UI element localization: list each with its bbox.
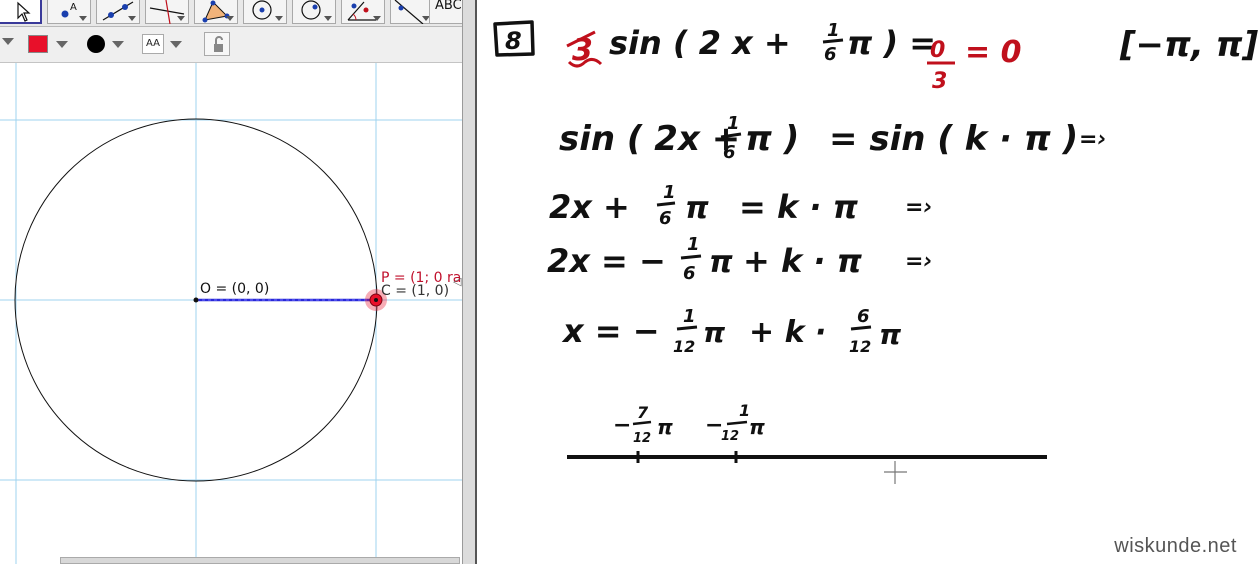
eq1-frac-bar xyxy=(822,38,844,44)
eq5-mid: + k · xyxy=(749,315,826,350)
eq3-pi: π xyxy=(685,191,709,226)
point-c-label: C = (1, 0) xyxy=(381,283,450,299)
collapse-arrow-icon[interactable]: ◁ xyxy=(453,275,461,288)
eq1-main: sin ( 2 x + xyxy=(609,24,791,62)
watermark: wiskunde.net xyxy=(1114,535,1237,557)
reflect-tool-icon[interactable] xyxy=(390,0,434,24)
eq1-rhs-den: 3 xyxy=(932,69,947,94)
line-tool-icon[interactable] xyxy=(96,0,140,24)
tool-menu-caret-icon xyxy=(226,16,234,21)
crosshair-cursor-icon xyxy=(884,461,907,484)
eq1-frac-num: 1 xyxy=(827,20,840,41)
eq2-arrow: =› xyxy=(1079,127,1107,152)
lock-icon xyxy=(214,36,223,52)
eq5-den1: 12 xyxy=(673,337,695,356)
eq2-right: = sin ( k · π ) xyxy=(829,119,1078,159)
eq5-pi2: π xyxy=(879,318,902,351)
tool-menu-caret-icon xyxy=(275,16,283,21)
origin-point[interactable] xyxy=(193,297,199,303)
eq5-num1: 1 xyxy=(683,306,696,327)
mark1-sign: − xyxy=(613,413,631,438)
chevron-down-icon xyxy=(56,41,68,48)
text-tool-icon[interactable]: ABC xyxy=(429,0,462,24)
eq3-num: 1 xyxy=(663,182,676,203)
eq4-pi: π xyxy=(709,245,733,280)
mark2-pi: π xyxy=(749,415,765,439)
mark1-frac-bar xyxy=(632,420,652,426)
text-size-button[interactable]: AA xyxy=(140,32,192,56)
perpendicular-tool-icon[interactable] xyxy=(145,0,189,24)
eq3-arrow: =› xyxy=(905,195,933,220)
geogebra-toolbar: A ABC xyxy=(0,0,462,27)
tool-menu-caret-icon xyxy=(324,16,332,21)
eq3-right: = k · π xyxy=(739,188,859,226)
eq5-frac-bar1 xyxy=(676,325,698,331)
tool-menu-caret-icon xyxy=(373,16,381,21)
move-tool-icon[interactable] xyxy=(0,0,42,24)
origin-label: O = (0, 0) xyxy=(200,281,270,297)
angle-tool-icon[interactable] xyxy=(341,0,385,24)
text-tool-label: ABC xyxy=(435,0,462,13)
eq2-pi: π ) xyxy=(745,119,799,159)
tool-menu-caret-icon xyxy=(177,16,185,21)
svg-text:A: A xyxy=(70,2,77,13)
graphics-view[interactable]: O = (0, 0) P = (1; 0 ra C = (1, 0) ◁ xyxy=(0,63,462,564)
panel-splitter[interactable] xyxy=(462,0,477,564)
eq4-arrow: =› xyxy=(905,249,933,274)
stylebar-toggle-icon[interactable] xyxy=(2,38,14,45)
circle-tool-icon[interactable] xyxy=(243,0,287,24)
color-picker-button[interactable] xyxy=(26,32,74,56)
eq3-left: 2x + xyxy=(549,188,630,226)
lock-button[interactable] xyxy=(204,32,230,56)
eq1-frac-den: 6 xyxy=(824,44,837,65)
point-c[interactable] xyxy=(374,298,378,302)
mark1-num: 7 xyxy=(637,403,649,422)
eq4-left: 2x = − xyxy=(547,242,666,280)
eq1-result: = 0 xyxy=(965,35,1021,70)
graphics-canvas[interactable] xyxy=(0,63,462,564)
polygon-tool-icon[interactable] xyxy=(194,0,238,24)
eq1-rhs-num: 0 xyxy=(930,38,945,63)
point-style-button[interactable] xyxy=(84,32,132,56)
eq5-pi1: π xyxy=(703,316,726,349)
mark2-frac-bar xyxy=(726,420,748,426)
eq5-frac-bar2 xyxy=(850,325,872,331)
eq2-num: 1 xyxy=(727,113,740,134)
handwriting-canvas: 8 3 sin ( 2 x + 1 6 π ) = 0 3 = 0 [−π, π… xyxy=(493,20,1259,484)
tool-menu-caret-icon xyxy=(128,16,136,21)
eq4-right: + k · π xyxy=(743,242,863,280)
eq4-num: 1 xyxy=(687,234,700,255)
eq4-den: 6 xyxy=(683,263,696,284)
grid-lines xyxy=(0,63,462,564)
eq5-den2: 12 xyxy=(849,337,871,356)
point-tool-icon[interactable]: A xyxy=(47,0,91,24)
eq5-num2: 6 xyxy=(857,306,870,327)
text-size-label: AA xyxy=(142,34,164,54)
circle-through-point-icon[interactable] xyxy=(292,0,336,24)
point-style-icon xyxy=(87,35,105,53)
mark1-pi: π xyxy=(657,415,673,439)
tool-menu-caret-icon xyxy=(79,16,87,21)
eq5-left: x = − xyxy=(561,312,660,350)
horizontal-scrollbar[interactable] xyxy=(60,557,460,564)
eq2-den: 6 xyxy=(723,142,736,163)
eq3-frac-bar xyxy=(656,201,676,207)
eq2-left: sin ( 2x + xyxy=(559,119,740,159)
eq4-frac-bar xyxy=(680,254,702,260)
eq3-den: 6 xyxy=(659,208,672,229)
interval: [−π, π] xyxy=(1119,25,1259,65)
eq1-pi: π ) = xyxy=(847,24,936,62)
chevron-down-icon xyxy=(170,41,182,48)
mark1-den: 12 xyxy=(633,431,651,446)
whiteboard: 8 3 sin ( 2 x + 1 6 π ) = 0 3 = 0 [−π, π… xyxy=(477,0,1259,564)
geogebra-panel: A ABC AA O = (0, 0) P = (1; 0 ra C = (1,… xyxy=(0,0,462,564)
problem-number: 8 xyxy=(505,27,522,55)
mark2-den: 12 xyxy=(721,429,739,444)
chevron-down-icon xyxy=(112,41,124,48)
color-swatch xyxy=(28,35,48,53)
geogebra-stylebar: AA xyxy=(0,27,462,63)
